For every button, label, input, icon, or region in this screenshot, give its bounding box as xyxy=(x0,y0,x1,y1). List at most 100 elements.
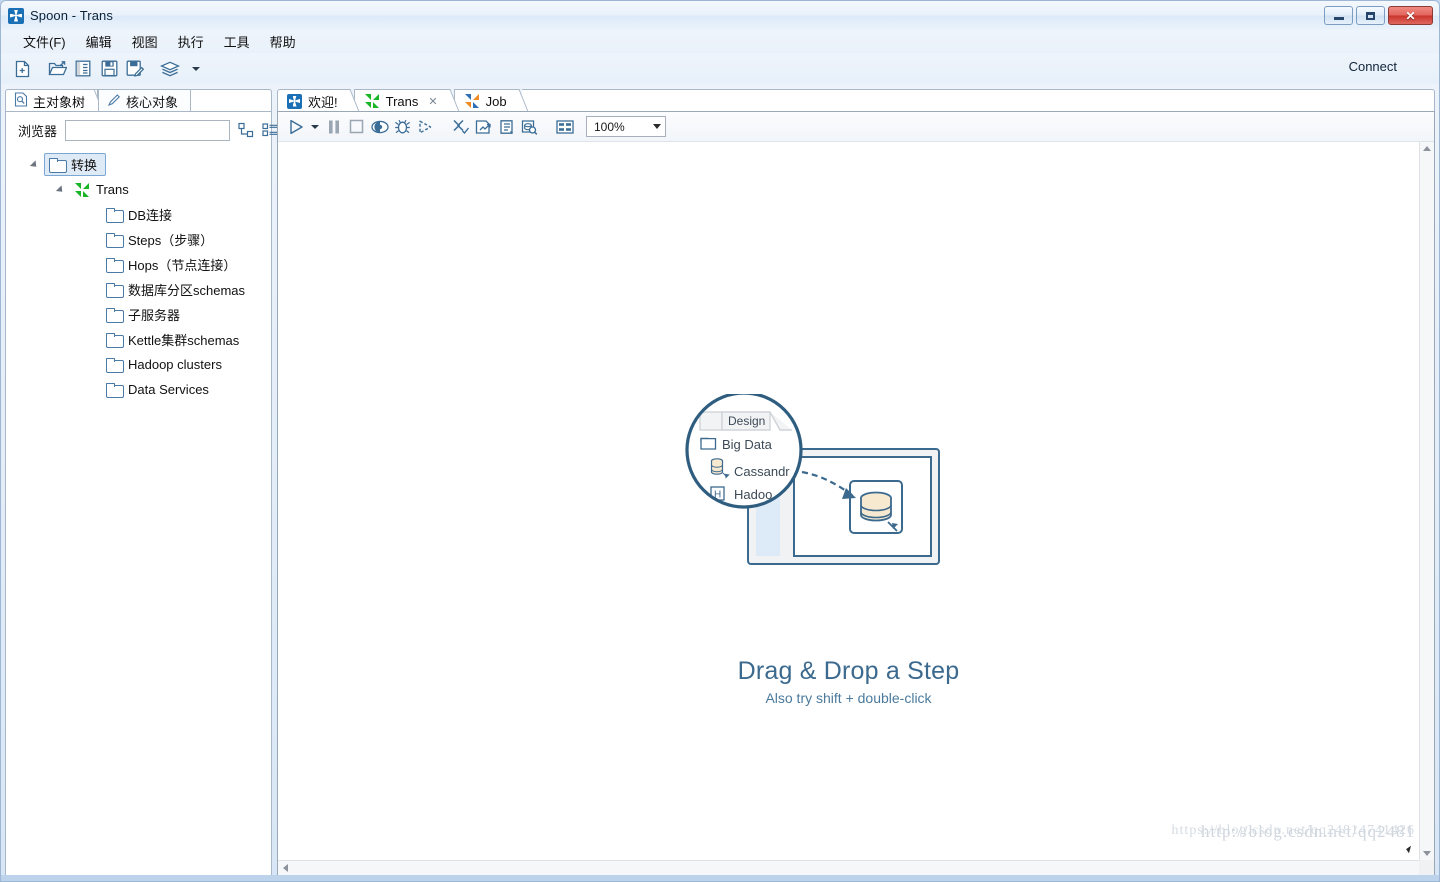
main-toolbar xyxy=(1,53,1439,84)
spoon-icon xyxy=(8,7,24,24)
magnifier-tab-label: Design xyxy=(728,414,765,428)
analyze-impact-icon[interactable] xyxy=(472,115,495,139)
search-input[interactable] xyxy=(65,119,231,141)
menu-edit-label: 编辑 xyxy=(85,35,112,50)
transformation-canvas[interactable]: Design Big Data Cassandr H Hadoo Drag & … xyxy=(278,142,1419,860)
editor-tabstrip-filler xyxy=(521,89,1435,112)
tree-node-root[interactable]: 转换 xyxy=(6,152,271,177)
editor-panel: 欢迎! Trans ✕ Job 100% Design Big Data Cas… xyxy=(277,87,1435,877)
scrollbar-corner xyxy=(1419,860,1434,875)
drag-drop-illustration: Design Big Data Cassandr H Hadoo xyxy=(684,391,940,565)
tab-job-label: Job xyxy=(485,93,507,109)
minimize-icon xyxy=(1333,17,1344,20)
window-title: Spoon - Trans xyxy=(30,8,113,23)
menu-help[interactable]: 帮助 xyxy=(260,30,306,53)
collapse-tree-icon[interactable] xyxy=(238,120,254,140)
sidebar-tab-core-objects[interactable]: 核心对象 xyxy=(98,89,192,112)
tree-item-hadoop-clusters[interactable]: Hadoop clusters xyxy=(6,352,271,377)
sidebar-body: 浏览器 转换 Trans DB连接 Steps（步骤） Hops（节点连接） 数… xyxy=(5,111,278,876)
job-icon xyxy=(464,93,480,109)
canvas-horizontal-scrollbar[interactable] xyxy=(278,860,1419,875)
new-file-icon[interactable] xyxy=(9,57,35,81)
empty-canvas-hint: Design Big Data Cassandr H Hadoo Drag & … xyxy=(684,391,1014,706)
stop-icon[interactable] xyxy=(345,115,368,139)
sidebar-tab-main-object-tree-label: 主对象树 xyxy=(33,94,86,110)
tree-node-trans-label: Trans xyxy=(96,182,129,197)
tab-close-icon[interactable]: ✕ xyxy=(428,95,437,108)
dropdown-caret-icon[interactable] xyxy=(183,57,209,81)
menu-tools[interactable]: 工具 xyxy=(214,30,260,53)
save-as-icon[interactable] xyxy=(122,57,148,81)
debug-icon[interactable] xyxy=(391,115,414,139)
scroll-down-icon[interactable] xyxy=(1423,851,1431,856)
replay-icon[interactable] xyxy=(414,115,437,139)
menu-tools-label: 工具 xyxy=(223,35,250,50)
minimize-button[interactable] xyxy=(1324,6,1353,25)
show-grid-icon[interactable] xyxy=(553,115,576,139)
editor-body: 100% Design Big Data Cassandr H Hadoo Dr… xyxy=(277,111,1435,876)
menu-edit[interactable]: 编辑 xyxy=(76,30,122,53)
tree-item-hops-label: Hops（节点连接） xyxy=(128,258,237,273)
explorer-icon[interactable] xyxy=(70,57,96,81)
chevron-down-icon xyxy=(653,124,661,129)
pencil-icon xyxy=(107,93,121,110)
document-search-icon xyxy=(14,92,28,110)
folder-icon xyxy=(106,208,124,223)
tree-item-partition-schemas-label: 数据库分区schemas xyxy=(128,283,246,298)
layers-icon[interactable] xyxy=(157,57,183,81)
tree-node-trans[interactable]: Trans xyxy=(6,177,271,202)
tree-item-hops[interactable]: Hops（节点连接） xyxy=(6,252,271,277)
run-icon[interactable] xyxy=(284,115,307,139)
drag-drop-title: Drag & Drop a Step xyxy=(737,657,960,685)
save-icon[interactable] xyxy=(96,57,122,81)
scroll-left-icon[interactable] xyxy=(283,864,288,872)
close-button[interactable]: ✕ xyxy=(1388,6,1433,25)
editor-toolbar: 100% xyxy=(278,112,1434,142)
close-icon: ✕ xyxy=(1405,8,1416,23)
tree-item-db-connections-label: DB连接 xyxy=(128,208,173,223)
watermark: http://blog.csdn.net/qq2481 https://blog… xyxy=(1172,822,1415,842)
tab-trans[interactable]: Trans ✕ xyxy=(353,89,448,112)
run-dropdown-caret-icon[interactable] xyxy=(307,115,322,139)
tree-node-root-label: 转换 xyxy=(71,158,98,173)
application-window: Spoon - Trans ✕ 文件(F) 编辑 视图 执行 工具 帮助 Con… xyxy=(0,0,1440,882)
browser-row: 浏览器 xyxy=(6,112,278,148)
tree-item-data-services[interactable]: Data Services xyxy=(6,377,271,402)
menu-view[interactable]: 视图 xyxy=(122,30,168,53)
preview-icon[interactable] xyxy=(368,115,391,139)
menu-run[interactable]: 执行 xyxy=(168,30,214,53)
tab-welcome-label: 欢迎! xyxy=(308,94,338,110)
maximize-button[interactable] xyxy=(1356,6,1385,25)
connect-button[interactable]: Connect xyxy=(1349,59,1397,74)
zoom-level-select[interactable]: 100% xyxy=(586,116,666,137)
tree-node-root-selection[interactable]: 转换 xyxy=(44,153,107,176)
canvas-vertical-scrollbar[interactable] xyxy=(1419,142,1434,860)
folder-icon xyxy=(106,233,124,248)
menu-file[interactable]: 文件(F) xyxy=(13,30,76,53)
scroll-up-icon[interactable] xyxy=(1423,146,1431,151)
tree-item-db-connections[interactable]: DB连接 xyxy=(6,202,271,227)
expand-arrow-icon[interactable] xyxy=(28,158,42,172)
tree-item-steps-label: Steps（步骤） xyxy=(128,233,214,248)
menu-bar: 文件(F) 编辑 视图 执行 工具 帮助 xyxy=(1,30,1439,53)
explore-db-icon[interactable] xyxy=(518,115,541,139)
tree-item-steps[interactable]: Steps（步骤） xyxy=(6,227,271,252)
database-icon xyxy=(859,491,892,522)
magnifier-entry-big-data: Big Data xyxy=(722,437,773,452)
open-file-icon[interactable] xyxy=(44,57,70,81)
expand-arrow-icon[interactable] xyxy=(54,183,68,197)
pause-icon[interactable] xyxy=(322,115,345,139)
tree-item-slave-servers[interactable]: 子服务器 xyxy=(6,302,271,327)
magnifier-entry-cassandra: Cassandr xyxy=(734,464,790,479)
tree-item-partition-schemas[interactable]: 数据库分区schemas xyxy=(6,277,271,302)
verify-icon[interactable] xyxy=(449,115,472,139)
generate-sql-icon[interactable] xyxy=(495,115,518,139)
list-view-icon[interactable] xyxy=(262,120,278,140)
sidebar-tab-core-objects-label: 核心对象 xyxy=(126,94,179,110)
trans-icon xyxy=(364,93,380,109)
magnifier-entry-hadoop: Hadoo xyxy=(734,487,772,502)
tree-item-hadoop-clusters-label: Hadoop clusters xyxy=(128,357,222,372)
tree-item-kettle-cluster-schemas[interactable]: Kettle集群schemas xyxy=(6,327,271,352)
folder-icon xyxy=(106,283,124,298)
menu-run-label: 执行 xyxy=(177,35,204,50)
